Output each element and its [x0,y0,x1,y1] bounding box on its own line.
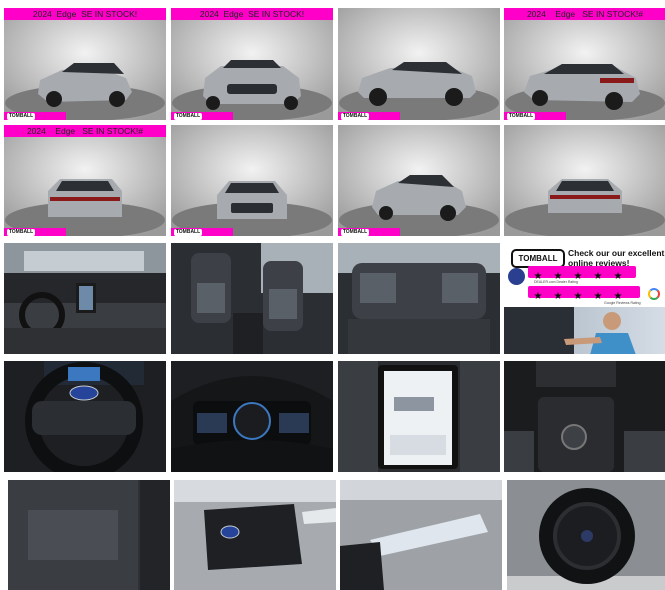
dealer-rating-source: DEALER.com Dealer Rating [534,280,578,284]
interior-photo [4,243,166,354]
in-stock-banner: 2024 Edge SE IN STOCK! [4,8,166,20]
gallery-thumb-steering-wheel[interactable] [4,361,166,472]
exterior-photo [338,8,500,120]
interior-photo [171,243,333,354]
interior-photo [504,361,665,472]
gallery-thumb-front-grille[interactable] [174,480,336,590]
google-stars-row: ★ ★ ★ ★ ★ [528,286,640,302]
gallery-thumb-exterior-rear-right[interactable] [504,125,665,236]
exterior-photo [507,480,665,590]
dealer-footer: TOMBALL [171,228,233,236]
interior-photo [338,361,500,472]
dealer-footer: TOMBALL [338,228,400,236]
dealer-stars-row: ★ ★ ★ ★ ★ [528,266,636,282]
exterior-photo [504,125,665,236]
dealer-footer: TOMBALL [171,112,233,120]
exterior-photo [171,125,333,236]
gallery-thumb-exterior-three-quarter[interactable]: TOMBALL [338,125,500,236]
gallery-thumb-interior-rear-seats[interactable] [338,243,500,354]
in-stock-banner: 2024 Edge SE IN STOCK!# [4,125,166,137]
interior-photo [171,361,333,472]
google-icon [648,288,660,300]
exterior-photo [174,480,336,590]
in-stock-banner: 2024 Edge SE IN STOCK!# [504,8,665,20]
exterior-photo [171,8,333,120]
dealer-footer: TOMBALL [4,112,66,120]
gallery-thumb-headlight[interactable] [340,480,502,590]
interior-photo [4,361,166,472]
dealer-logo: TOMBALL [341,229,369,236]
interior-photo [8,480,170,590]
star-icon: ★ [533,291,543,302]
gallery-thumb-interior-front-seats[interactable] [171,243,333,354]
exterior-photo [4,8,166,120]
star-icon: ★ [613,271,623,282]
gallery-thumb-exterior-front-center[interactable]: TOMBALL [171,125,333,236]
exterior-photo [340,480,502,590]
star-icon: ★ [573,291,583,302]
dealer-logo: TOMBALL [174,113,202,120]
gallery-thumb-exterior-front[interactable]: 2024 Edge SE IN STOCK! TOMBALL [171,8,333,120]
exterior-photo [4,125,166,236]
dealer-logo: TOMBALL [341,113,369,120]
google-rating-source: Google Reviews Rating [604,301,641,305]
dealer-logo: TOMBALL [7,229,35,236]
photo-gallery-grid: 2024 Edge SE IN STOCK! TOMBALL 2024 Edge… [0,0,665,590]
dealer-footer: TOMBALL [504,112,566,120]
dealer-footer: TOMBALL [4,228,66,236]
gallery-thumb-exterior-rear-left[interactable]: 2024 Edge SE IN STOCK!# TOMBALL [504,8,665,120]
interior-photo [338,243,500,354]
exterior-photo [504,8,665,120]
gallery-thumb-wheel[interactable] [507,480,665,590]
gallery-thumb-interior-dashboard[interactable] [4,243,166,354]
gallery-thumb-center-console[interactable] [504,361,665,472]
exterior-photo [338,125,500,236]
gallery-thumb-exterior-front-left[interactable]: 2024 Edge SE IN STOCK! TOMBALL [4,8,166,120]
gallery-thumb-seat-fabric[interactable] [8,480,170,590]
star-icon: ★ [553,291,563,302]
gallery-thumb-exterior-side[interactable]: TOMBALL [338,8,500,120]
dealer-logo: TOMBALL [7,113,35,120]
star-icon: ★ [593,271,603,282]
dealer-footer: TOMBALL [338,112,400,120]
gallery-thumb-touchscreen[interactable] [338,361,500,472]
gallery-thumb-instrument-cluster[interactable] [171,361,333,472]
handshake-image [504,307,636,354]
dealer-rating-badge-icon [508,268,525,285]
gallery-thumb-exterior-rear[interactable]: 2024 Edge SE IN STOCK!# TOMBALL [4,125,166,236]
in-stock-banner: 2024 Edge SE IN STOCK! [171,8,333,20]
customer-handshake-photo [504,307,665,354]
reviews-promo-tile[interactable]: TOMBALL Check our our excellent online r… [504,243,665,354]
dealer-logo: TOMBALL [507,113,535,120]
dealer-logo: TOMBALL [174,229,202,236]
